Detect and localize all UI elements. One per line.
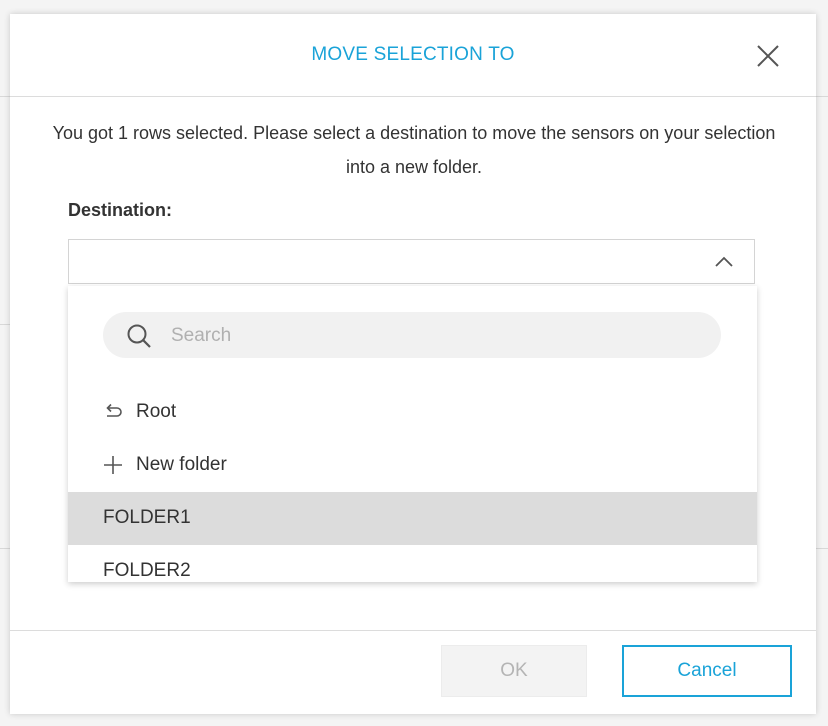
dialog-title: MOVE SELECTION TO — [311, 44, 515, 65]
dialog-header: MOVE SELECTION TO — [10, 14, 816, 97]
bg-divider — [816, 548, 828, 549]
bg-divider — [816, 96, 828, 97]
dropdown-item-folder2[interactable]: FOLDER2 — [68, 545, 757, 582]
footer-divider — [10, 630, 816, 631]
move-selection-dialog: MOVE SELECTION TO You got 1 rows selecte… — [10, 14, 816, 714]
bg-divider — [0, 324, 10, 325]
search-icon — [127, 324, 151, 348]
dropdown-item-folder1[interactable]: FOLDER1 — [68, 492, 757, 545]
bg-divider — [0, 548, 10, 549]
ok-button[interactable]: OK — [441, 645, 587, 697]
dropdown-item-label: Root — [136, 401, 177, 422]
bg-divider — [0, 96, 10, 97]
chevron-up-icon — [715, 256, 733, 267]
search-input[interactable] — [169, 322, 693, 350]
dropdown-item-label: FOLDER1 — [103, 507, 191, 528]
dropdown-item-label: FOLDER2 — [103, 560, 191, 581]
dropdown-item-root[interactable]: Root — [68, 386, 757, 439]
plus-icon — [104, 456, 122, 474]
destination-dropdown: Root New folder FOLDER1 FOLDER2 — [68, 286, 757, 582]
dialog-message: You got 1 rows selected. Please select a… — [52, 123, 776, 177]
destination-select[interactable] — [68, 239, 755, 284]
dropdown-item-new-folder[interactable]: New folder — [68, 439, 757, 492]
cancel-button[interactable]: Cancel — [622, 645, 792, 697]
close-button[interactable] — [754, 42, 782, 70]
return-arrow-icon — [106, 403, 122, 417]
destination-label: Destination: — [68, 200, 173, 220]
close-icon — [757, 45, 779, 67]
search-box[interactable] — [103, 312, 721, 358]
dropdown-item-label: New folder — [136, 454, 227, 475]
